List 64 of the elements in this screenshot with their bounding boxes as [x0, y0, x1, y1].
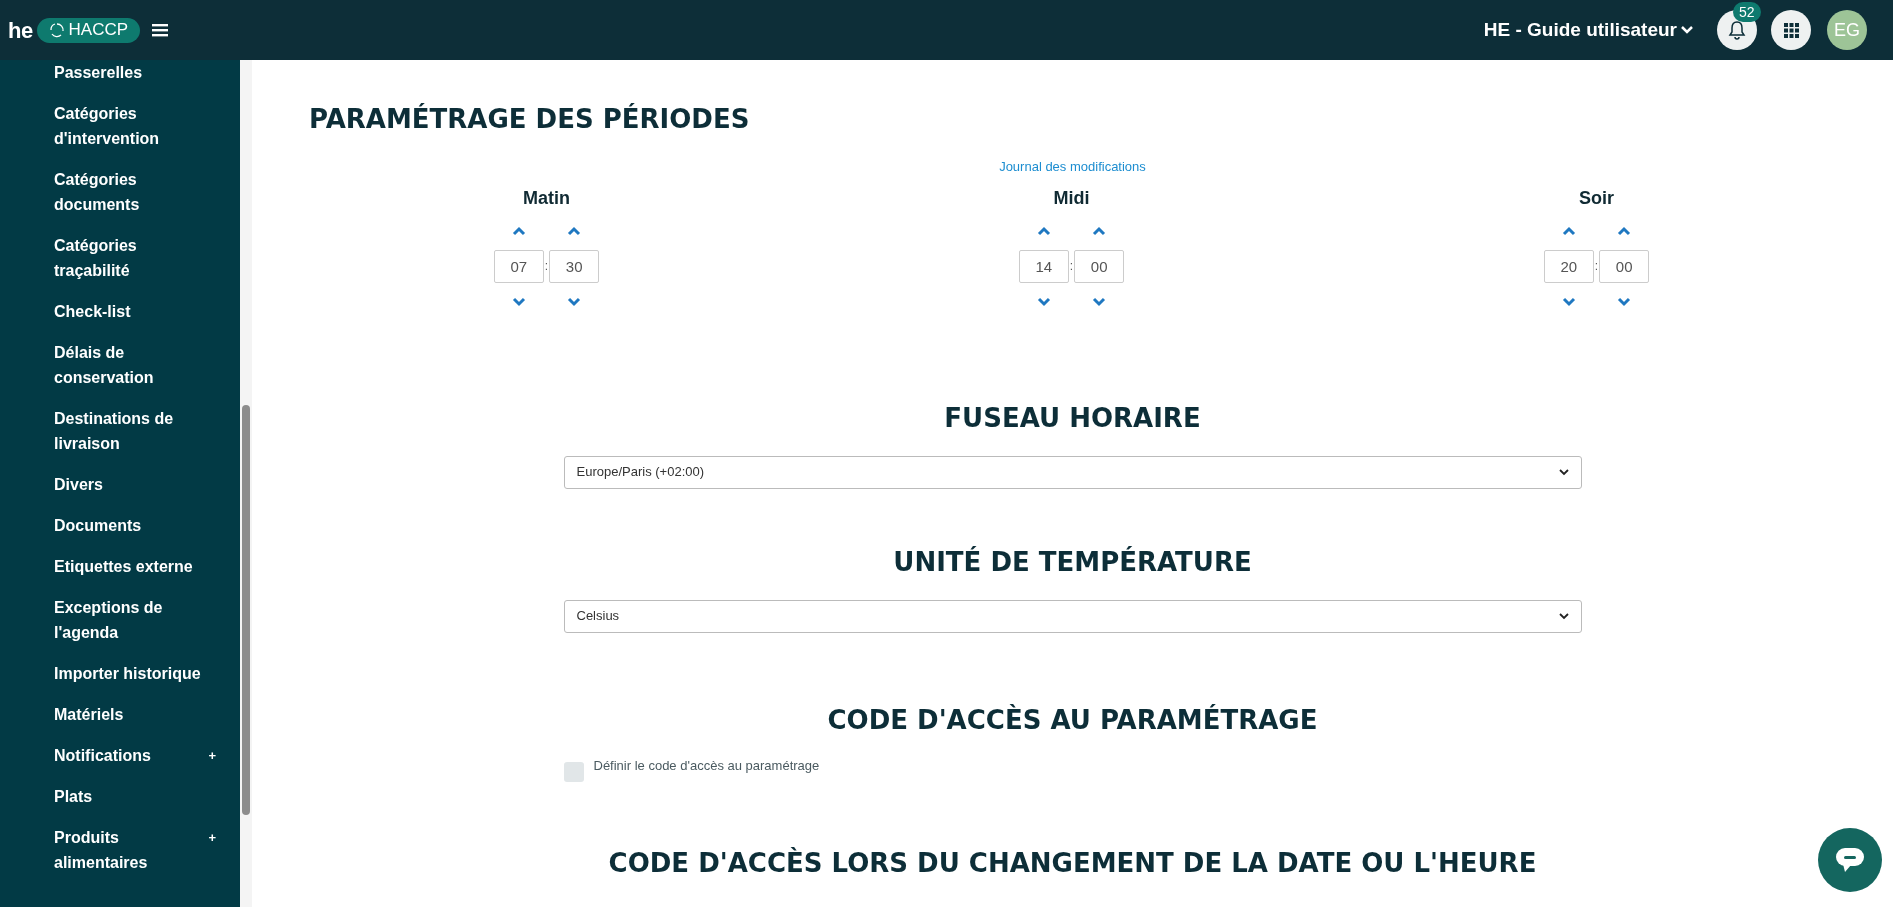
section-title: CODE D'ACCÈS LORS DU CHANGEMENT DE LA DATE OU L'HEURE: [608, 846, 1537, 880]
expand-toggle[interactable]: +: [208, 743, 216, 768]
time-input[interactable]: 14: [1018, 249, 1069, 283]
time-input[interactable]: 00: [1074, 249, 1125, 283]
sidebar-item[interactable]: Documents: [0, 505, 240, 546]
chevron-down-icon: [1681, 26, 1693, 34]
expand-toggle[interactable]: +: [208, 825, 216, 850]
sidebar-item[interactable]: Catégories traçabilité: [0, 225, 240, 291]
select-field[interactable]: Celsius: [563, 599, 1582, 633]
period-label: Midi: [1053, 186, 1090, 210]
chevron-up-icon[interactable]: [1092, 225, 1107, 236]
apps-button[interactable]: [1771, 10, 1811, 50]
time-separator: :: [1594, 258, 1599, 275]
chevron-down-icon[interactable]: [1092, 296, 1107, 307]
chevron-up-icon[interactable]: [1617, 225, 1632, 236]
notification-badge: 52: [1733, 2, 1761, 22]
period-label: Soir: [1579, 186, 1614, 210]
sidebar-item[interactable]: Divers: [0, 464, 240, 505]
time-input[interactable]: 30: [549, 249, 600, 283]
section-title: FUSEAU HORAIRE: [944, 401, 1201, 435]
checkbox[interactable]: [563, 761, 584, 782]
sidebar-item[interactable]: Plats: [0, 776, 240, 817]
sidebar-item[interactable]: Catégories documents: [0, 159, 240, 225]
select-field[interactable]: Europe/Paris (+02:00): [563, 455, 1582, 489]
time-input[interactable]: 00: [1599, 249, 1650, 283]
grid-icon: [1783, 22, 1799, 38]
history-link[interactable]: Journal des modifications: [999, 157, 1146, 177]
app-badge: HACCP: [36, 17, 141, 43]
page-title: PARAMÉTRAGE DES PÉRIODES: [309, 102, 751, 136]
chat-icon: [1835, 847, 1865, 873]
sidebar-item[interactable]: Etiquettes externe: [0, 546, 240, 587]
chevron-up-icon[interactable]: [511, 225, 526, 236]
logo-text: he: [8, 16, 33, 45]
sidebar-item[interactable]: Check-list: [0, 291, 240, 332]
chevron-down-icon[interactable]: [567, 296, 582, 307]
sidebar-item[interactable]: Importer historique: [0, 653, 240, 694]
chevron-down-icon[interactable]: [1036, 296, 1051, 307]
chevron-down-icon[interactable]: [511, 296, 526, 307]
chevron-down-icon: [1558, 468, 1569, 476]
bell-icon: [1728, 20, 1746, 40]
checkbox-label: Définir le code d'accès au paramétrage: [593, 756, 820, 775]
chevron-down-icon[interactable]: [1561, 296, 1576, 307]
section-title: UNITÉ DE TEMPÉRATURE: [893, 545, 1252, 579]
sidebar-item[interactable]: Matériels: [0, 694, 240, 735]
time-input[interactable]: 20: [1543, 249, 1594, 283]
time-separator: :: [544, 258, 549, 275]
sidebar-item[interactable]: Produits alimentaires +: [0, 817, 240, 883]
chevron-up-icon[interactable]: [1036, 225, 1051, 236]
chevron-down-icon: [1558, 612, 1569, 620]
sidebar-item[interactable]: Délais de conservation: [0, 332, 240, 398]
account-menu[interactable]: HE - Guide utilisateur: [1483, 15, 1693, 45]
time-input[interactable]: 07: [493, 249, 544, 283]
period-label: Matin: [523, 186, 570, 210]
sidebar-item[interactable]: Catégories d'intervention: [0, 93, 240, 159]
section-title: CODE D'ACCÈS AU PARAMÉTRAGE: [827, 703, 1318, 737]
sidebar-item[interactable]: Destinations de livraison: [0, 398, 240, 464]
sidebar-item[interactable]: Notifications +: [0, 735, 240, 776]
menu-icon[interactable]: [152, 23, 169, 37]
chevron-down-icon[interactable]: [1617, 296, 1632, 307]
time-separator: :: [1069, 258, 1074, 275]
chevron-up-icon[interactable]: [567, 225, 582, 236]
sidebar-item[interactable]: Passerelles: [0, 60, 240, 93]
sidebar-item[interactable]: Exceptions de l'agenda: [0, 587, 240, 653]
chevron-up-icon[interactable]: [1561, 225, 1576, 236]
